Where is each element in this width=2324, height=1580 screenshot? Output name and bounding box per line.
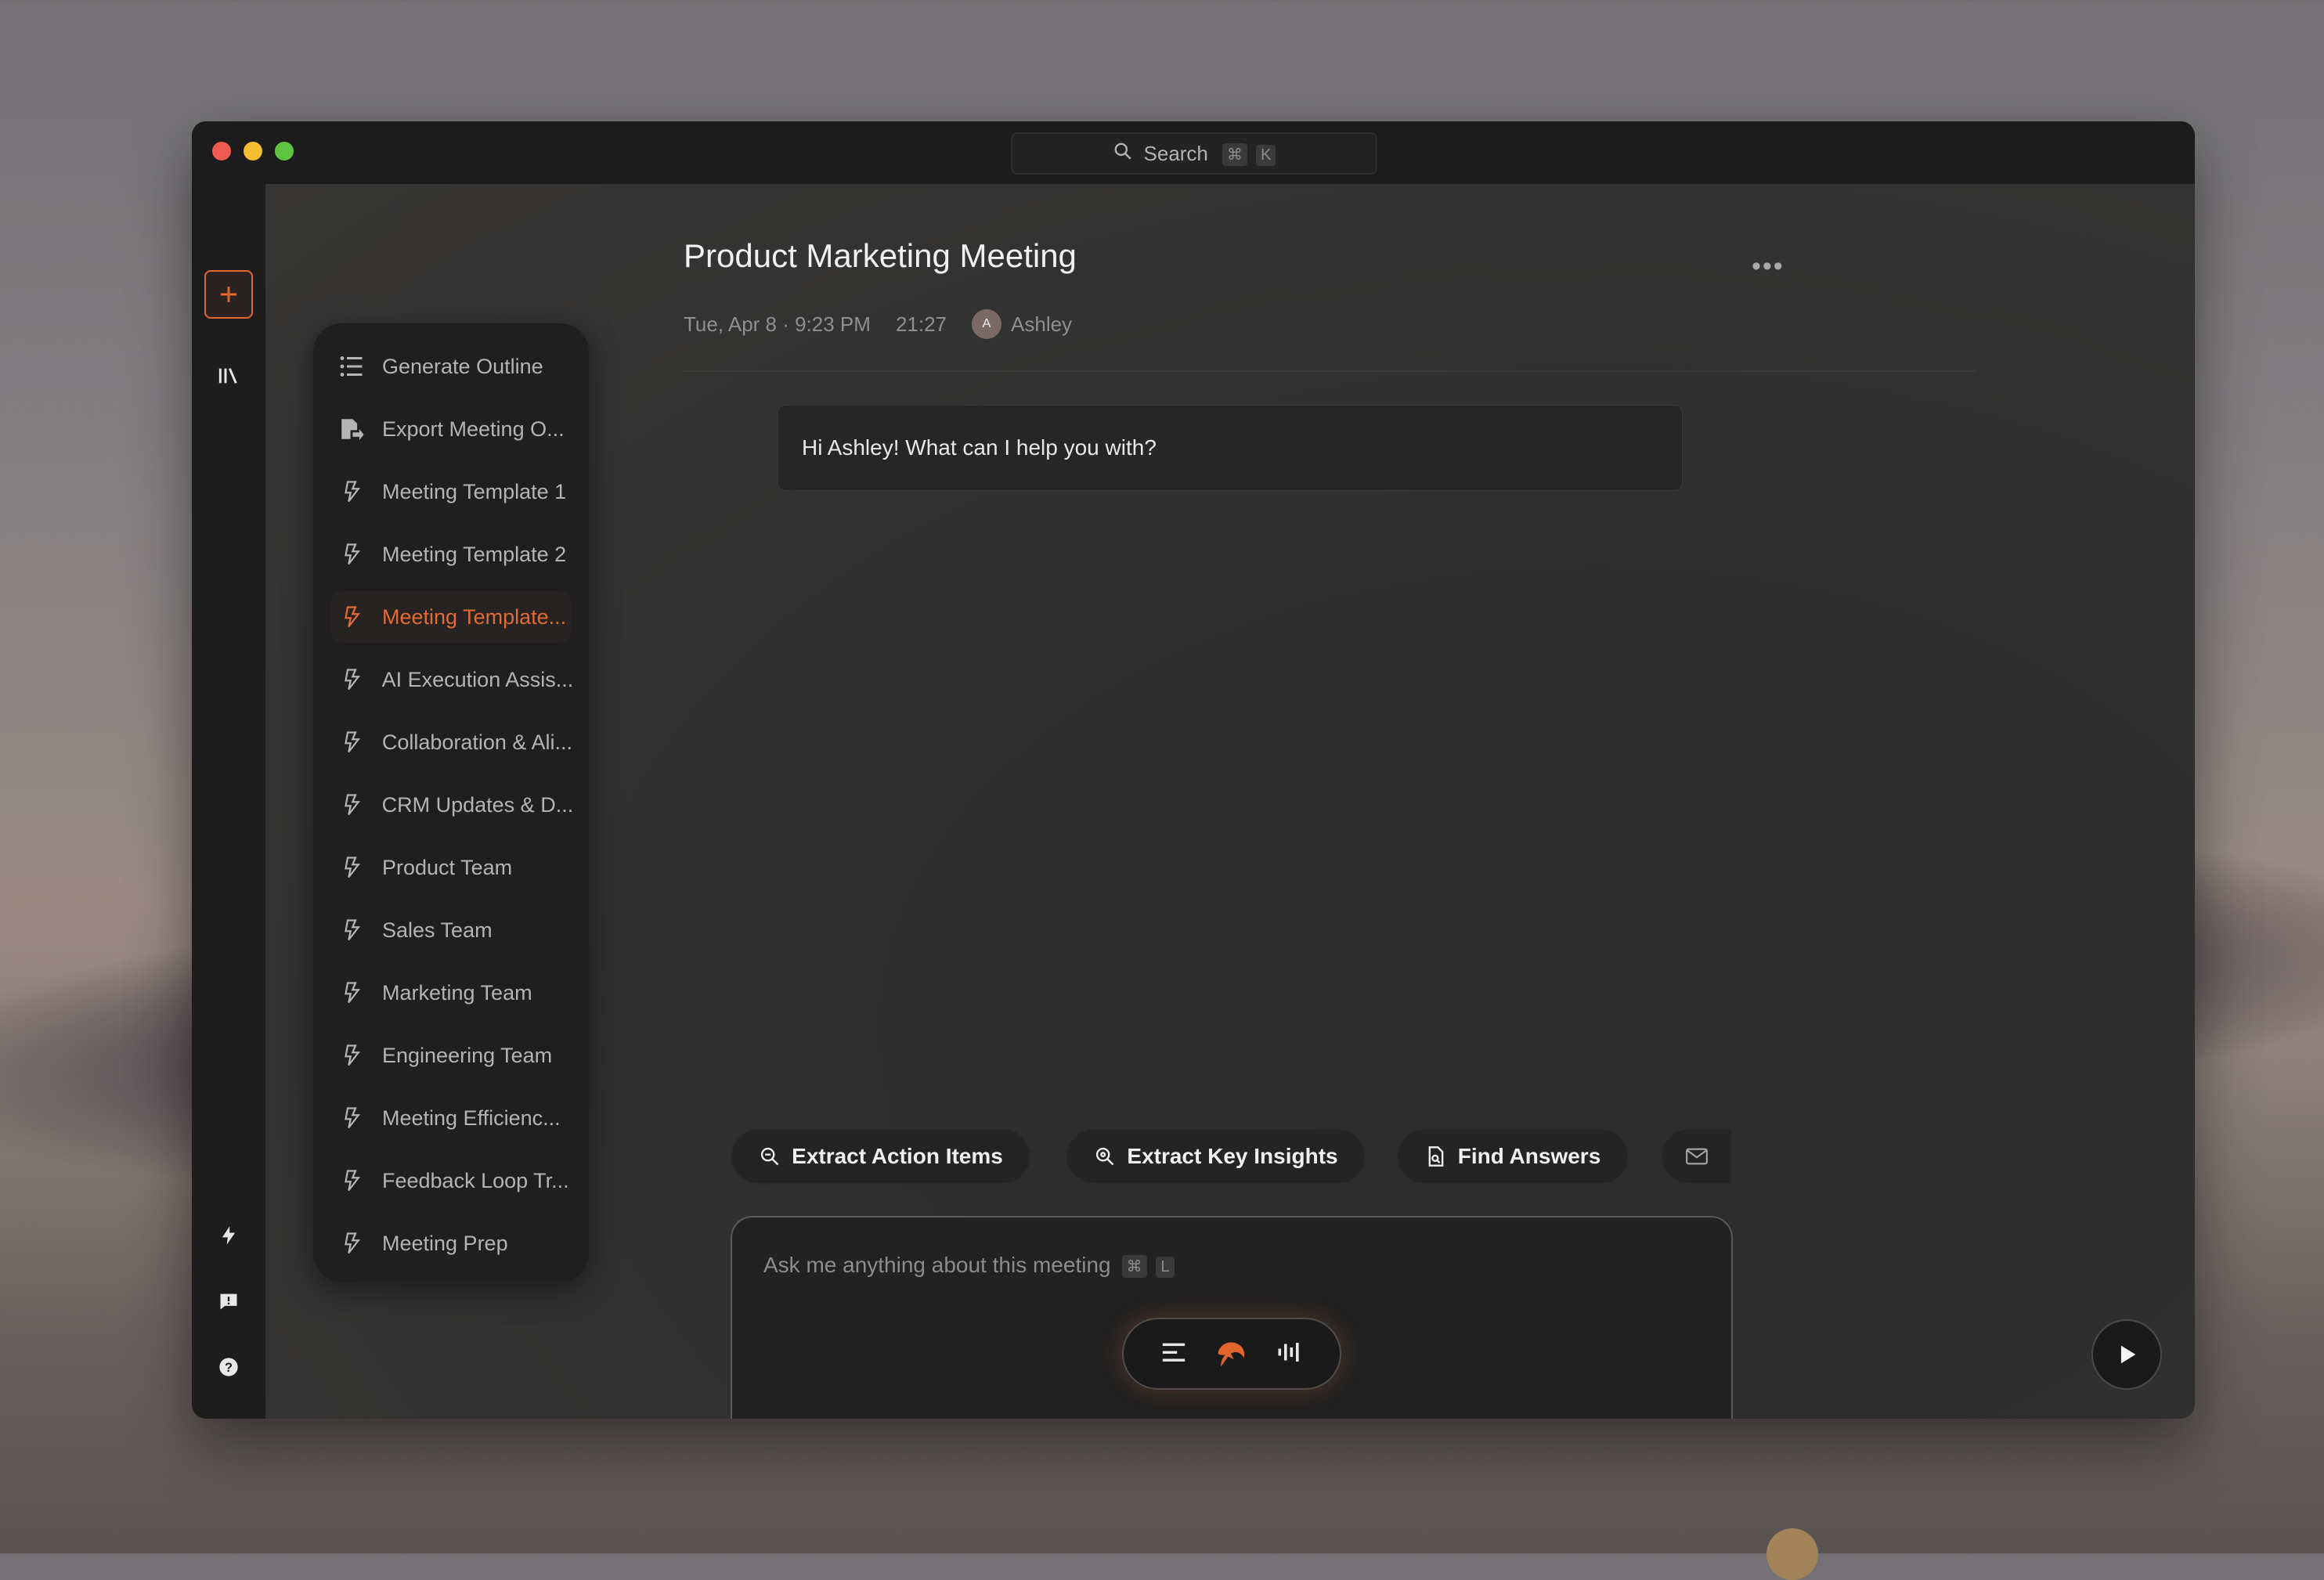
extract-action-items-button[interactable]: Extract Action Items — [731, 1128, 1031, 1185]
close-window-button[interactable] — [212, 142, 231, 161]
mail-icon — [1686, 1148, 1708, 1165]
meeting-date: Tue, Apr 8 · 9:23 PM — [684, 312, 871, 336]
app-window: Search ⌘ K ? Generate Outline Export Mee… — [192, 121, 2195, 1419]
composer-placeholder: Ask me anything about this meeting — [763, 1252, 1111, 1277]
bolt-icon — [335, 538, 368, 571]
email-button[interactable] — [1661, 1128, 1733, 1185]
menu-item-template-2[interactable]: Meeting Template 2 — [330, 528, 572, 580]
menu-item-product-team[interactable]: Product Team — [330, 842, 572, 893]
menu-item-ai-execution[interactable]: AI Execution Assis... — [330, 654, 572, 705]
search-shortcut-key: K — [1256, 145, 1276, 166]
menu-item-feedback-loop[interactable]: Feedback Loop Tr... — [330, 1155, 572, 1207]
bolt-icon — [335, 788, 368, 821]
meeting-duration: 21:27 — [895, 312, 947, 336]
search-icon — [1096, 1147, 1114, 1166]
search-icon — [1113, 141, 1133, 167]
document-search-icon — [1428, 1146, 1444, 1167]
composer-shortcut-cmd: ⌘ — [1121, 1255, 1147, 1278]
format-button[interactable] — [1160, 1340, 1187, 1368]
menu-item-sales-team[interactable]: Sales Team — [330, 904, 572, 956]
chat-composer[interactable]: Ask me anything about this meeting ⌘ L — [731, 1216, 1733, 1419]
play-icon — [2120, 1345, 2136, 1364]
menu-item-marketing-team[interactable]: Marketing Team — [330, 967, 572, 1019]
composer-input[interactable]: Ask me anything about this meeting ⌘ L — [763, 1252, 1175, 1278]
automations-button[interactable] — [204, 1211, 253, 1260]
bolt-icon — [335, 976, 368, 1009]
recipes-dropdown: Generate Outline Export Meeting O... Mee… — [313, 323, 589, 1282]
menu-item-template-1[interactable]: Meeting Template 1 — [330, 466, 572, 518]
help-icon: ? — [219, 1358, 238, 1376]
new-meeting-button[interactable] — [204, 270, 253, 319]
bolt-icon — [335, 663, 368, 696]
bolt-icon — [335, 1164, 368, 1197]
assistant-greeting-message: Hi Ashley! What can I help you with? — [778, 405, 1683, 491]
play-button[interactable] — [2091, 1319, 2162, 1390]
menu-item-meeting-efficiency[interactable]: Meeting Efficienc... — [330, 1092, 572, 1144]
bolt-icon — [335, 914, 368, 947]
minimize-window-button[interactable] — [244, 142, 262, 161]
search-icon — [761, 1147, 779, 1166]
extract-key-insights-button[interactable]: Extract Key Insights — [1066, 1128, 1366, 1185]
more-options-icon[interactable]: ••• — [1752, 251, 1784, 282]
plus-icon — [221, 287, 236, 302]
meeting-meta: Tue, Apr 8 · 9:23 PM 21:27 A Ashley — [684, 306, 1072, 342]
waveform-icon — [1278, 1342, 1299, 1362]
export-icon — [335, 413, 368, 446]
composer-shortcut-key: L — [1156, 1257, 1175, 1278]
menu-item-generate-outline[interactable]: Generate Outline — [330, 341, 572, 392]
bolt-icon — [335, 851, 368, 884]
bolt-icon — [335, 1039, 368, 1072]
ai-logo-icon — [1218, 1342, 1245, 1366]
settings-button[interactable] — [204, 1409, 253, 1419]
page-title: Product Marketing Meeting — [684, 237, 1077, 274]
align-left-icon — [1162, 1343, 1185, 1362]
feedback-button[interactable] — [204, 1277, 253, 1326]
global-search-bar[interactable]: Search ⌘ K — [1011, 132, 1377, 175]
lightning-icon — [222, 1226, 236, 1245]
library-icon — [218, 368, 237, 384]
library-button[interactable] — [204, 352, 253, 400]
bolt-icon — [335, 1102, 368, 1134]
bolt-icon — [335, 1227, 368, 1260]
find-answers-button[interactable]: Find Answers — [1396, 1128, 1629, 1185]
wallpaper-sun — [1766, 1528, 1818, 1580]
menu-item-export-meeting[interactable]: Export Meeting O... — [330, 403, 572, 455]
menu-item-template-3[interactable]: Meeting Template... — [330, 591, 572, 643]
menu-item-crm-updates[interactable]: CRM Updates & D... — [330, 779, 572, 831]
menu-item-meeting-prep[interactable]: Meeting Prep — [330, 1217, 572, 1269]
composer-tools — [1122, 1318, 1341, 1390]
svg-text:?: ? — [225, 1361, 233, 1375]
avatar: A — [972, 309, 1002, 339]
list-icon — [335, 350, 368, 383]
help-button[interactable]: ? — [204, 1343, 253, 1391]
feedback-icon — [220, 1293, 237, 1310]
bolt-icon — [335, 726, 368, 759]
menu-item-collaboration[interactable]: Collaboration & Ali... — [330, 716, 572, 768]
search-shortcut-cmd: ⌘ — [1222, 143, 1247, 166]
maximize-window-button[interactable] — [275, 142, 294, 161]
search-label: Search — [1143, 141, 1208, 165]
title-bar: Search ⌘ K — [192, 121, 2195, 184]
menu-item-engineering-team[interactable]: Engineering Team — [330, 1030, 572, 1081]
left-rail: ? — [192, 184, 265, 1419]
bolt-icon — [335, 601, 368, 633]
bolt-icon — [335, 475, 368, 508]
voice-button[interactable] — [1275, 1340, 1303, 1369]
meeting-owner[interactable]: Ashley — [1011, 312, 1072, 337]
ai-assistant-button[interactable] — [1214, 1335, 1248, 1373]
header-divider — [684, 370, 1976, 372]
